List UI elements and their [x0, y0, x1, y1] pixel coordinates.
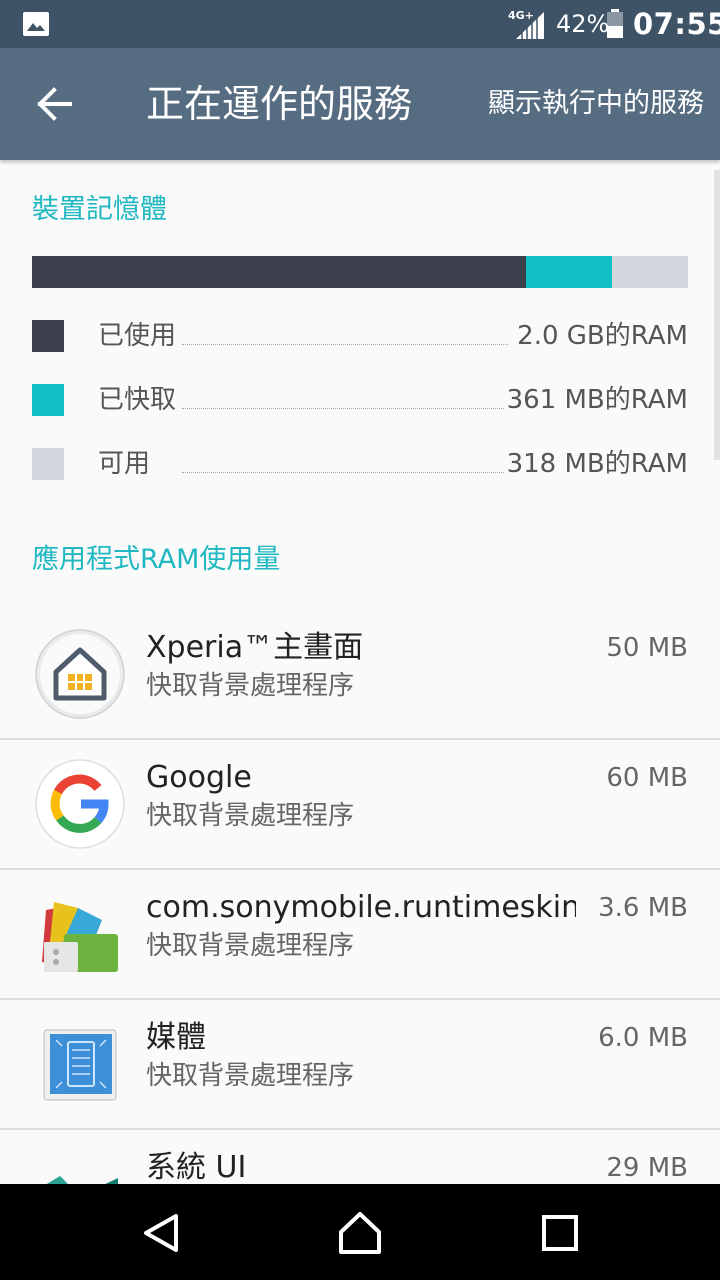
nav-home-icon[interactable] — [335, 1208, 385, 1258]
app-name: com.sonymobile.runtimeskin.. — [146, 890, 576, 925]
app-memory-size: 6.0 MB — [598, 1023, 688, 1053]
app-memory-size: 60 MB — [606, 763, 688, 793]
used-swatch — [32, 320, 64, 352]
app-memory-size: 29 MB — [606, 1153, 688, 1183]
clock: 07:55 — [633, 7, 720, 41]
gallery-notification-icon — [23, 12, 49, 36]
memory-bar-segment-free — [611, 256, 688, 288]
used-value: 2.0 GB的RAM — [515, 318, 688, 354]
legend-used: 已使用 2.0 GB的RAM — [32, 316, 688, 356]
nav-back-icon[interactable] — [136, 1208, 186, 1258]
memory-bar-segment-used — [32, 256, 526, 288]
app-memory-size: 50 MB — [606, 633, 688, 663]
app-status: 快取背景處理程序 — [146, 1061, 355, 1091]
leader-dots — [182, 344, 508, 345]
running-services-screen: 4G+ 42% 07:55 正在運作的服務 顯示執行中的服務 裝置記憶體 已使用… — [0, 0, 720, 1280]
battery-icon — [607, 9, 623, 38]
legend-cached: 已快取 361 MB的RAM — [32, 380, 688, 420]
memory-bar-segment-cached — [525, 256, 612, 288]
app-name: Google — [146, 760, 252, 795]
cached-label: 已快取 — [98, 382, 179, 418]
page-title: 正在運作的服務 — [146, 82, 413, 126]
app-status: 快取背景處理程序 — [146, 931, 355, 961]
runtime-skin-icon — [42, 902, 118, 972]
free-label: 可用 — [98, 446, 153, 482]
list-item-runtime-skin[interactable]: com.sonymobile.runtimeskin.. 快取背景處理程序 3.… — [0, 870, 720, 1000]
xperia-home-icon — [35, 629, 125, 719]
nav-recents-icon[interactable] — [535, 1208, 585, 1258]
app-status: 快取背景處理程序 — [146, 671, 355, 701]
list-item-xperia-home[interactable]: Xperia™主畫面 快取背景處理程序 50 MB — [0, 610, 720, 740]
app-bar: 正在運作的服務 顯示執行中的服務 — [0, 48, 720, 160]
network-type-label: 4G+ — [508, 9, 534, 22]
battery-percent: 42% — [556, 10, 610, 38]
app-name: 媒體 — [146, 1020, 206, 1055]
cached-value: 361 MB的RAM — [504, 382, 688, 418]
free-value: 318 MB的RAM — [504, 446, 688, 482]
navigation-bar — [0, 1184, 720, 1280]
list-item-media[interactable]: 媒體 快取背景處理程序 6.0 MB — [0, 1000, 720, 1130]
cached-swatch — [32, 384, 64, 416]
signal-icon: 4G+ — [508, 9, 544, 39]
app-name: 系統 UI — [146, 1150, 247, 1185]
app-memory-size: 3.6 MB — [598, 893, 688, 923]
used-label: 已使用 — [98, 318, 179, 354]
scrollbar[interactable] — [714, 170, 720, 460]
free-swatch — [32, 448, 64, 480]
list-item-google[interactable]: Google 快取背景處理程序 60 MB — [0, 740, 720, 870]
show-running-services-button[interactable]: 顯示執行中的服務 — [488, 84, 704, 124]
leader-dots — [182, 408, 508, 409]
memory-usage-bar — [32, 256, 688, 288]
device-memory-header: 裝置記憶體 — [32, 194, 167, 225]
leader-dots — [182, 472, 508, 473]
legend-free: 可用 318 MB的RAM — [32, 444, 688, 484]
app-name: Xperia™主畫面 — [146, 630, 364, 665]
back-arrow-icon[interactable] — [26, 78, 86, 130]
media-blueprint-icon — [43, 1029, 117, 1101]
status-bar: 4G+ 42% 07:55 — [0, 0, 720, 48]
app-ram-usage-header: 應用程式RAM使用量 — [32, 544, 281, 575]
app-status: 快取背景處理程序 — [146, 801, 355, 831]
google-icon — [35, 759, 125, 849]
